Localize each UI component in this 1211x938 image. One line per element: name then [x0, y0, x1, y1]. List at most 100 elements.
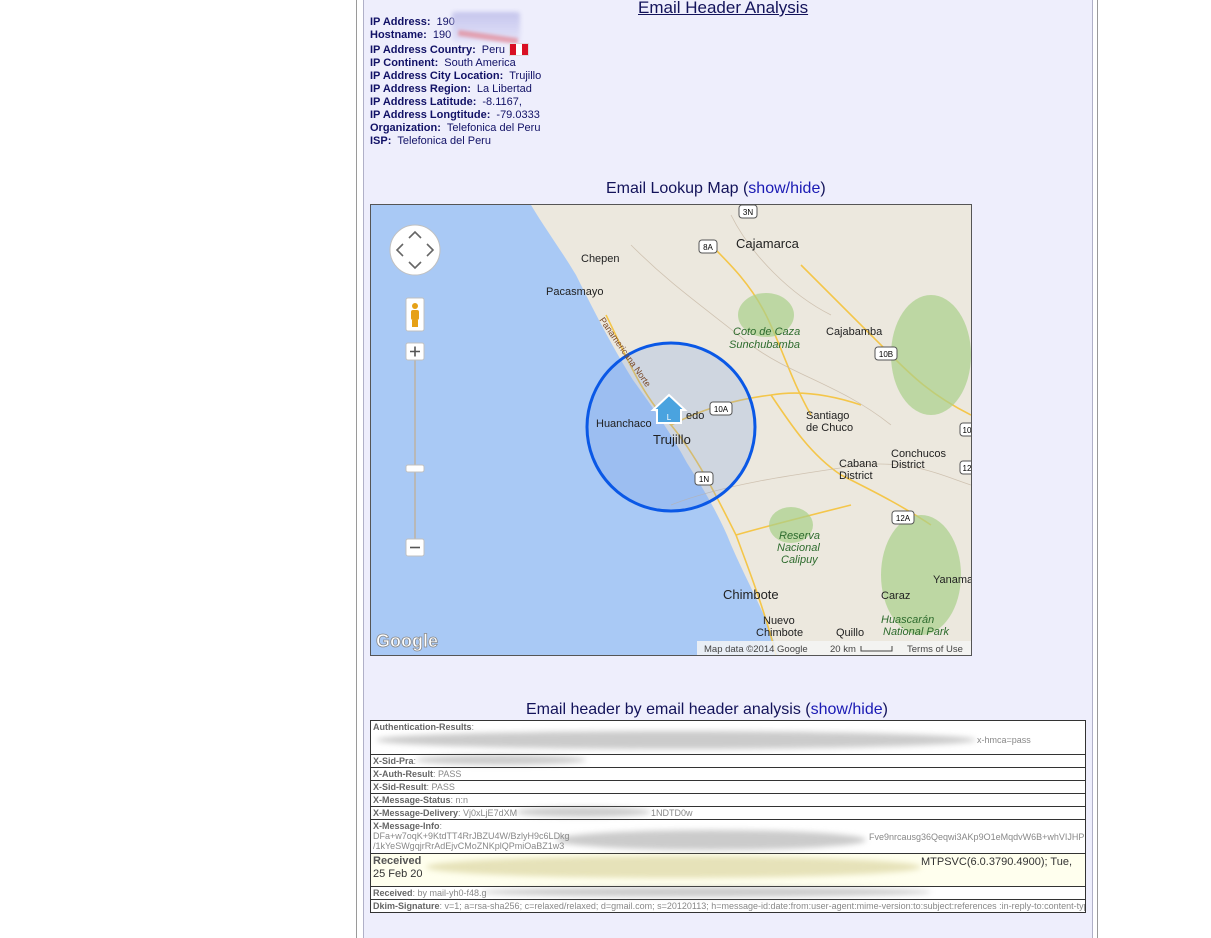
header-value: : PASS — [426, 782, 455, 792]
header-section-title: Email header by email header analysis (s… — [526, 701, 888, 719]
table-row: X-Sid-Pra: — [370, 754, 1086, 768]
header-value: : n:n — [450, 795, 469, 805]
header-value: : — [439, 821, 443, 831]
ip-info-row: IP Address Latitude: -8.1167, — [370, 96, 541, 109]
ip-info-row: ISP: Telefonica del Peru — [370, 135, 541, 148]
header-key: Authentication-Results — [373, 722, 472, 732]
region-label: IP Address Region: — [370, 83, 471, 95]
ip-info-row: IP Address City Location: Trujillo — [370, 70, 541, 83]
street-view-pegman-icon[interactable] — [405, 297, 425, 332]
latitude-value: -8.1167, — [482, 96, 522, 108]
label-coto-2: Sunchubamba — [729, 339, 800, 351]
ip-info-row: Organization: Telefonica del Peru — [370, 122, 541, 135]
label-cajabamba: Cajabamba — [826, 326, 883, 338]
label-reserva-3: Calipuy — [781, 554, 819, 566]
label-huascaran-2: National Park — [883, 626, 950, 638]
table-row: X-Sid-Result: PASS — [370, 780, 1086, 794]
header-key: X-Message-Info — [373, 821, 440, 831]
hostname-value: 190 — [432, 29, 452, 41]
isp-label: ISP: — [370, 135, 392, 147]
header-cell: Authentication-Results: x-hmca=pass — [370, 720, 1086, 755]
header-value: : by mail-yh0-f48.g — [412, 888, 487, 898]
map-section-title: Email Lookup Map (show/hide) — [606, 180, 826, 198]
header-key: X-Auth-Result — [373, 769, 433, 779]
header-value-tail: x-hmca=pass — [977, 735, 1031, 745]
header-cell: Received: by mail-yh0-f48.g — [370, 886, 1086, 900]
label-chepen: Chepen — [581, 253, 620, 265]
header-value: : — [413, 756, 417, 766]
svg-text:L: L — [667, 413, 672, 422]
label-cabana-1: Cabana — [839, 458, 878, 470]
header-title-text: Email header by email header analysis ( — [526, 701, 811, 718]
table-row: X-Message-Info: DFa+w7oqK+9KtdTT4RrJBZU4… — [370, 819, 1086, 854]
zoom-slider-handle[interactable] — [405, 464, 425, 473]
shield-8a: 8A — [703, 243, 713, 252]
header-key: Dkim-Signature — [373, 901, 440, 911]
shield-3n: 3N — [743, 208, 753, 217]
map-title-text: Email Lookup Map ( — [606, 180, 749, 197]
header-value: : — [471, 722, 475, 732]
header-cell: X-Sid-Pra: — [370, 754, 1086, 768]
header-key: X-Message-Status — [373, 795, 451, 805]
header-value-line: /1kYeSWgqjrRrAdEjvCMoZNKplQPmiOaBZ1w3 — [373, 841, 565, 851]
peru-flag-icon — [509, 43, 529, 56]
map-scale-label: 20 km — [830, 644, 856, 655]
ip-info-row: IP Address Region: La Libertad — [370, 83, 541, 96]
header-value: : PASS — [433, 769, 462, 779]
label-santiago-2: de Chuco — [806, 422, 853, 434]
label-cabana-2: District — [839, 470, 873, 482]
terms-of-use-link[interactable]: Terms of Use — [907, 644, 963, 655]
label-chimbote: Chimbote — [723, 587, 779, 602]
table-row: Authentication-Results: x-hmca=pass — [370, 720, 1086, 755]
region-value: La Libertad — [476, 83, 532, 95]
map-show-hide-link[interactable]: show/hide — [748, 180, 820, 197]
shield-12a: 12A — [896, 514, 911, 523]
organization-label: Organization: — [370, 122, 441, 134]
label-edo: edo — [686, 410, 704, 422]
label-reserva-1: Reserva — [779, 530, 820, 542]
ip-address-label: IP Address: — [370, 16, 431, 28]
zoom-in-button[interactable] — [405, 342, 425, 361]
header-cell: Received MTPSVC(6.0.3790.4900); Tue, 25 … — [370, 853, 1086, 887]
shield-10: 10 — [963, 426, 971, 435]
map-title-close: ) — [820, 180, 826, 197]
label-yanama: Yanama — [933, 574, 971, 586]
header-cell: X-Sid-Result: PASS — [370, 780, 1086, 794]
shield-1n: 1N — [699, 475, 709, 484]
zoom-out-button[interactable] — [405, 538, 425, 557]
country-label: IP Address Country: — [370, 44, 476, 56]
lookup-map[interactable]: L Chepen Cajamarca Pacasmayo Coto de Caz… — [370, 204, 972, 656]
map-attribution: Map data ©2014 Google — [704, 644, 808, 655]
shield-12: 12 — [963, 464, 971, 473]
isp-value: Telefonica del Peru — [397, 135, 491, 147]
continent-value: South America — [444, 57, 516, 69]
header-key: Received — [373, 855, 422, 867]
label-conchucos-2: District — [891, 459, 925, 471]
pan-control[interactable] — [389, 224, 441, 276]
country-value: Peru — [481, 44, 505, 56]
city-label: IP Address City Location: — [370, 70, 504, 82]
label-pacasmayo: Pacasmayo — [546, 286, 603, 298]
table-row: X-Message-Delivery: Vj0xLjE7dXM 1NDTD0w — [370, 806, 1086, 820]
table-row: X-Message-Status: n:n — [370, 793, 1086, 807]
ip-info-row: IP Continent: South America — [370, 57, 541, 70]
header-show-hide-link[interactable]: show/hide — [811, 701, 883, 718]
shield-10a: 10A — [714, 405, 729, 414]
latitude-label: IP Address Latitude: — [370, 96, 477, 108]
header-cell: X-Auth-Result: PASS — [370, 767, 1086, 781]
label-huanchaco: Huanchaco — [596, 418, 652, 430]
email-header-table: Authentication-Results: x-hmca=pass X-Si… — [370, 720, 1086, 913]
label-coto-1: Coto de Caza — [733, 326, 800, 338]
continent-label: IP Continent: — [370, 57, 439, 69]
table-row: Dkim-Signature: v=1; a=rsa-sha256; c=rel… — [370, 899, 1086, 913]
label-nuevo-2: Chimbote — [756, 627, 803, 639]
city-value: Trujillo — [509, 70, 542, 82]
page-title-link[interactable]: Email Header Analysis — [638, 0, 808, 18]
organization-value: Telefonica del Peru — [446, 122, 541, 134]
label-huascaran-1: Huascarán — [881, 614, 934, 626]
header-cell: X-Message-Delivery: Vj0xLjE7dXM 1NDTD0w — [370, 806, 1086, 820]
longitude-value: -79.0333 — [496, 109, 540, 121]
header-key: X-Sid-Pra — [373, 756, 414, 766]
longitude-label: IP Address Longtitude: — [370, 109, 491, 121]
google-logo: Google — [376, 631, 438, 651]
